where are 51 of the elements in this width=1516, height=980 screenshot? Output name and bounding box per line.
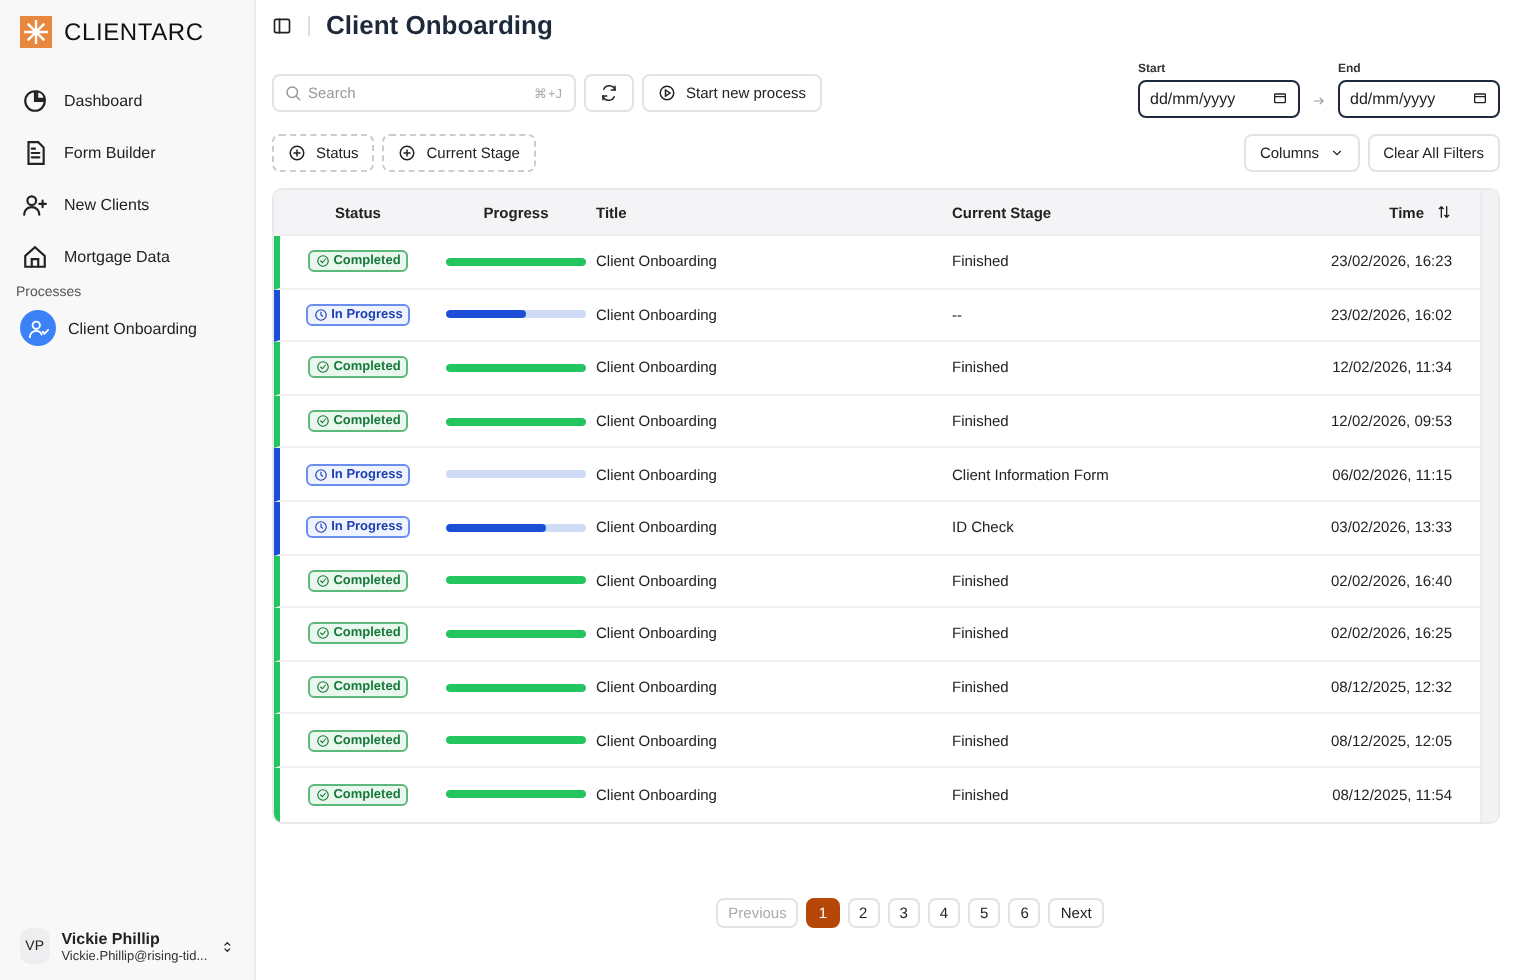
user-name: Vickie Phillip — [61, 929, 160, 947]
refresh-button[interactable] — [584, 74, 634, 112]
clock-icon — [313, 307, 328, 322]
progress-bar — [446, 523, 586, 532]
nav-item[interactable]: Dashboard — [16, 76, 238, 126]
person-check-icon — [27, 317, 49, 339]
play-circle-icon — [658, 84, 676, 102]
check-circle-icon — [315, 733, 330, 748]
add-user-icon — [22, 192, 48, 218]
arrow-right-icon — [1312, 94, 1326, 108]
pie-chart-icon — [22, 88, 48, 114]
brand-name: CLIENTARC — [64, 18, 204, 46]
nav-item[interactable]: New Clients — [16, 180, 238, 230]
check-circle-icon — [315, 680, 330, 695]
check-circle-icon — [315, 360, 330, 375]
logo-icon — [20, 16, 52, 48]
clock-icon — [313, 467, 328, 482]
chevrons-icon — [219, 937, 234, 955]
progress-bar — [446, 790, 586, 799]
progress-bar — [446, 683, 586, 692]
chevron-down-icon — [1329, 146, 1344, 160]
check-circle-icon — [315, 573, 330, 588]
start-date-field[interactable]: dd/mm/yyyy — [1138, 80, 1300, 118]
plus-circle-icon — [288, 144, 306, 162]
page-title: Client Onboarding — [326, 10, 553, 40]
progress-bar — [446, 629, 586, 638]
process-item[interactable]: Client Onboarding — [68, 319, 197, 337]
house-icon — [22, 244, 48, 270]
progress-bar — [446, 576, 586, 585]
progress-bar — [446, 417, 586, 426]
check-circle-icon — [315, 254, 330, 269]
end-date-field[interactable]: dd/mm/yyyy — [1338, 80, 1500, 118]
plus-circle-icon — [398, 144, 417, 162]
check-circle-icon — [315, 414, 330, 429]
calendar-icon — [1472, 90, 1488, 106]
check-circle-icon — [315, 787, 330, 802]
search-icon — [284, 84, 302, 102]
progress-bar — [446, 310, 586, 319]
progress-bar — [446, 736, 586, 745]
refresh-icon — [600, 84, 618, 102]
progress-bar — [446, 257, 586, 266]
sidebar-toggle-icon — [272, 15, 292, 35]
clock-icon — [313, 520, 328, 535]
check-circle-icon — [315, 626, 330, 641]
progress-bar — [446, 470, 586, 479]
progress-bar — [446, 363, 586, 372]
nav-item[interactable]: Mortgage Data — [16, 232, 238, 282]
document-icon — [22, 140, 48, 166]
calendar-icon — [1272, 90, 1288, 106]
nav-item[interactable]: Form Builder — [16, 128, 238, 178]
sort-icon — [1436, 204, 1452, 220]
